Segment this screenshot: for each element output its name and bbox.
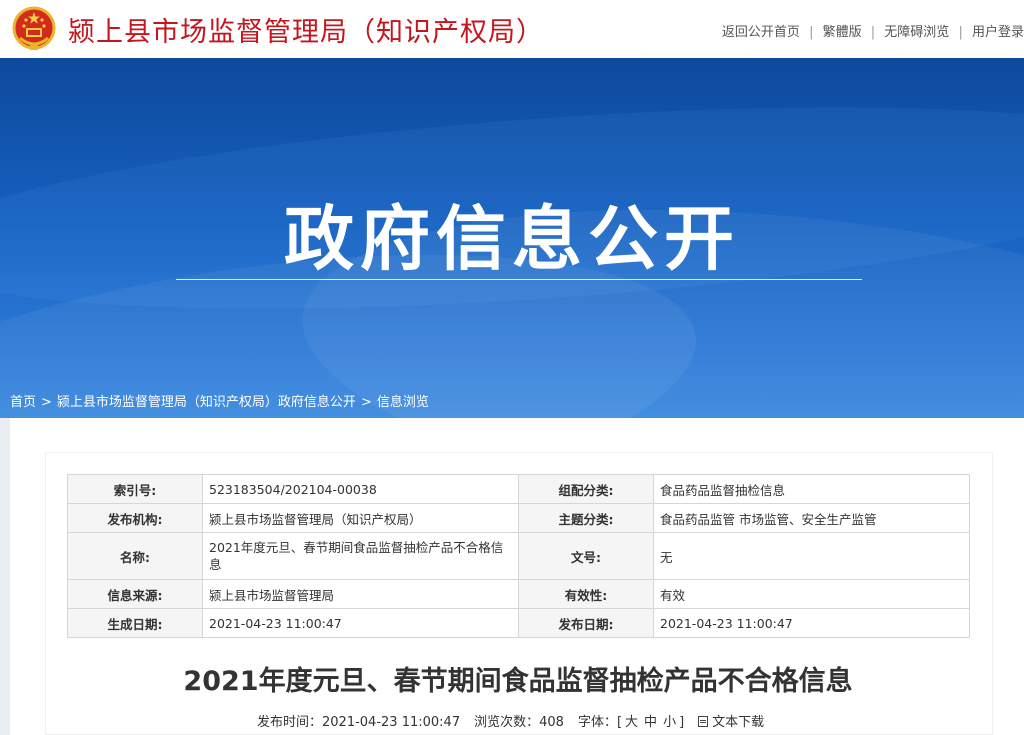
- top-links: 返回公开首页 | 繁體版 | 无障碍浏览 | 用户登录: [722, 21, 1024, 40]
- text-download-label: 文本下载: [712, 715, 765, 730]
- meta-value: 颍上县市场监督管理局: [202, 579, 519, 609]
- meta-key: 名称:: [67, 532, 203, 580]
- font-bracket: ]: [679, 715, 685, 730]
- document-icon: [698, 716, 709, 727]
- link-accessibility[interactable]: 无障碍浏览: [884, 25, 949, 40]
- font-size-large[interactable]: 大: [625, 715, 638, 730]
- meta-key: 文号:: [518, 532, 654, 580]
- views-label: 浏览次数：: [474, 715, 540, 730]
- table-row: 名称: 2021年度元旦、春节期间食品监督抽检产品不合格信息 文号: 无: [67, 532, 970, 580]
- meta-key: 主题分类:: [518, 503, 654, 533]
- breadcrumb-disclosure[interactable]: 颍上县市场监督管理局（知识产权局）政府信息公开: [57, 395, 356, 410]
- meta-key: 发布机构:: [67, 503, 203, 533]
- publish-time-value: 2021-04-23 11:00:47: [322, 715, 461, 730]
- link-public-home[interactable]: 返回公开首页: [722, 25, 800, 40]
- link-traditional-chinese[interactable]: 繁體版: [823, 25, 862, 40]
- meta-key: 组配分类:: [518, 474, 654, 504]
- breadcrumb: 首页 > 颍上县市场监督管理局（知识产权局）政府信息公开 > 信息浏览: [10, 391, 429, 410]
- meta-value: 2021-04-23 11:00:47: [653, 608, 970, 638]
- meta-value: 颍上县市场监督管理局（知识产权局）: [202, 503, 519, 533]
- link-separator: |: [809, 25, 814, 40]
- meta-key: 生成日期:: [67, 608, 203, 638]
- breadcrumb-separator: >: [41, 395, 52, 410]
- banner-divider: [176, 279, 862, 280]
- national-emblem-icon: [12, 6, 56, 50]
- views-count: 408: [539, 715, 564, 730]
- font-size-medium[interactable]: 中: [644, 715, 657, 730]
- meta-key: 信息来源:: [67, 579, 203, 609]
- site-title[interactable]: 颍上县市场监督管理局（知识产权局）: [68, 10, 544, 49]
- link-separator: |: [958, 25, 963, 40]
- meta-key: 发布日期:: [518, 608, 654, 638]
- top-header: 颍上县市场监督管理局（知识产权局） 返回公开首页 | 繁體版 | 无障碍浏览 |…: [0, 0, 1024, 58]
- meta-value: 2021-04-23 11:00:47: [202, 608, 519, 638]
- meta-key: 有效性:: [518, 579, 654, 609]
- meta-value: 有效: [653, 579, 970, 609]
- table-row: 信息来源: 颍上县市场监督管理局 有效性: 有效: [67, 579, 970, 609]
- meta-value: 食品药品监管 市场监管、安全生产监管: [653, 503, 970, 533]
- font-size-small[interactable]: 小: [663, 715, 676, 730]
- article-title: 2021年度元旦、春节期间食品监督抽检产品不合格信息: [183, 666, 853, 697]
- font-size-label: 字体：: [577, 715, 617, 730]
- breadcrumb-separator: >: [360, 395, 372, 410]
- banner-title: 政府信息公开: [284, 198, 740, 280]
- link-separator: |: [870, 25, 876, 40]
- meta-value: 523183504/202104-00038: [202, 474, 519, 504]
- publish-time-label: 发布时间：: [257, 715, 323, 730]
- table-row: 索引号: 523183504/202104-00038 组配分类: 食品药品监督…: [67, 474, 970, 504]
- meta-value: 无: [653, 532, 970, 580]
- meta-key: 索引号:: [67, 474, 203, 504]
- banner: 政府信息公开 首页 > 颍上县市场监督管理局（知识产权局）政府信息公开 > 信息浏览: [0, 58, 1024, 418]
- font-bracket: [: [616, 715, 623, 730]
- metadata-table: 索引号: 523183504/202104-00038 组配分类: 食品药品监督…: [67, 474, 970, 638]
- meta-value: 2021年度元旦、春节期间食品监督抽检产品不合格信息: [202, 532, 519, 580]
- table-row: 发布机构: 颍上县市场监督管理局（知识产权局） 主题分类: 食品药品监管 市场监…: [67, 503, 970, 533]
- text-download-button[interactable]: 文本下载: [698, 715, 764, 730]
- breadcrumb-current[interactable]: 信息浏览: [377, 395, 429, 410]
- link-user-login[interactable]: 用户登录: [972, 25, 1024, 40]
- table-row: 生成日期: 2021-04-23 11:00:47 发布日期: 2021-04-…: [67, 608, 970, 638]
- breadcrumb-home[interactable]: 首页: [10, 395, 36, 410]
- article-info-bar: 发布时间：2021-04-23 11:00:47 浏览次数：408 字体：[大中小]…: [257, 711, 764, 730]
- meta-value: 食品药品监督抽检信息: [653, 474, 970, 504]
